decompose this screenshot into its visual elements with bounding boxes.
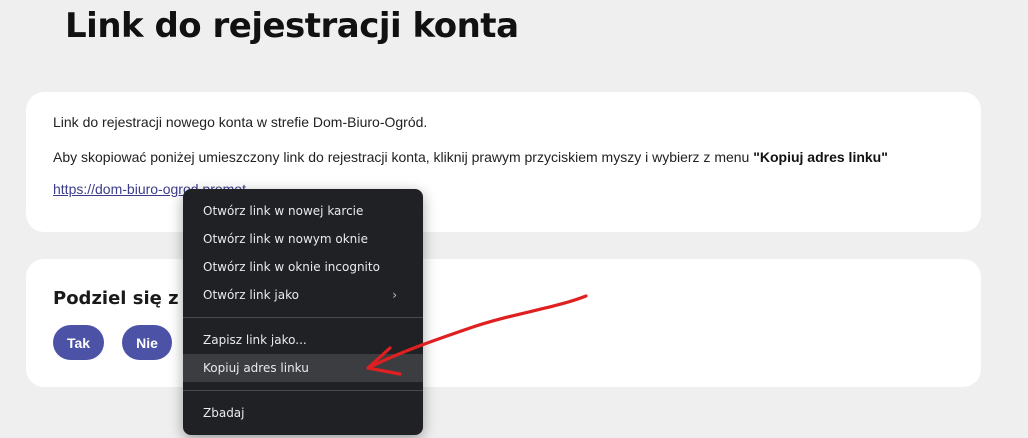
menu-item-open-link-as[interactable]: Otwórz link jako › xyxy=(183,281,423,309)
menu-item-save-link-as[interactable]: Zapisz link jako... xyxy=(183,326,423,354)
menu-item-open-new-tab[interactable]: Otwórz link w nowej karcie xyxy=(183,197,423,225)
info-text-line1: Link do rejestracji nowego konta w stref… xyxy=(53,114,428,130)
context-menu: Otwórz link w nowej karcie Otwórz link w… xyxy=(183,189,423,435)
share-title: Podziel się z xyxy=(53,288,179,309)
yes-button[interactable]: Tak xyxy=(53,325,104,360)
menu-item-open-link-as-label: Otwórz link jako xyxy=(203,288,299,302)
no-button[interactable]: Nie xyxy=(122,325,172,360)
menu-item-open-incognito[interactable]: Otwórz link w oknie incognito xyxy=(183,253,423,281)
chevron-right-icon: › xyxy=(392,288,397,302)
info-text-line2: Aby skopiować poniżej umieszczony link d… xyxy=(53,148,888,166)
menu-item-inspect[interactable]: Zbadaj xyxy=(183,399,423,427)
menu-separator xyxy=(183,390,423,391)
page-title: Link do rejestracji konta xyxy=(65,6,519,46)
info-text-line2-prefix: Aby skopiować poniżej umieszczony link d… xyxy=(53,149,754,165)
menu-item-copy-link-address[interactable]: Kopiuj adres linku xyxy=(183,354,423,382)
registration-info-card: Link do rejestracji nowego konta w stref… xyxy=(26,92,981,232)
menu-separator xyxy=(183,317,423,318)
menu-item-open-new-window[interactable]: Otwórz link w nowym oknie xyxy=(183,225,423,253)
info-text-line2-bold: "Kopiuj adres linku" xyxy=(753,149,888,165)
share-card: Podziel się z Tak Nie xyxy=(26,259,981,387)
